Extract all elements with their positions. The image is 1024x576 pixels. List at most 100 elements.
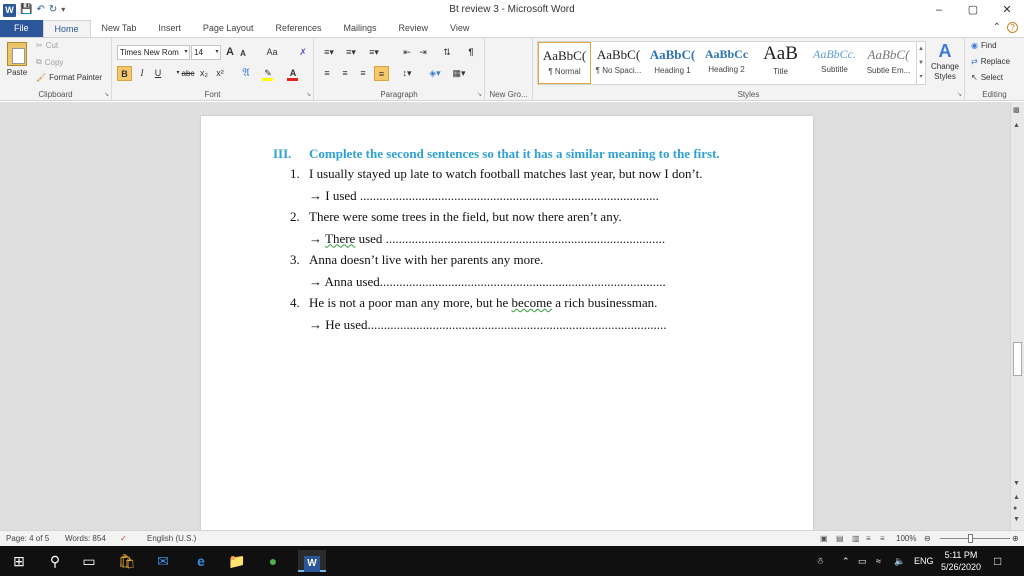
scroll-up-icon[interactable]: ▲	[1013, 122, 1020, 129]
app-icon[interactable]: ●	[262, 550, 284, 572]
style-heading-1[interactable]: AaBbC( Heading 1	[646, 42, 699, 84]
battery-icon[interactable]: ▭	[858, 546, 867, 576]
wifi-icon[interactable]: ≈	[876, 546, 881, 576]
word-taskbar-icon[interactable]: W	[298, 550, 326, 572]
zoom-slider-knob[interactable]	[968, 534, 973, 543]
select-button[interactable]: ↖ Select	[971, 73, 1003, 82]
tab-file[interactable]: File	[0, 20, 43, 37]
web-layout-icon[interactable]: ▥	[852, 534, 860, 543]
draft-icon[interactable]: ≡	[880, 534, 885, 543]
cut-button[interactable]: ✂ Cut	[36, 41, 58, 50]
clock[interactable]: 5:11 PM 5/26/2020	[940, 549, 982, 576]
document-body[interactable]: III. Complete the second sentences so tha…	[273, 145, 741, 335]
search-icon[interactable]: ⚲	[44, 550, 66, 572]
tab-references[interactable]: References	[264, 20, 332, 37]
minimize-button[interactable]: –	[922, 0, 956, 20]
font-family-dropdown-icon[interactable]: ▾	[182, 45, 190, 60]
font-color-button[interactable]: A	[286, 66, 300, 81]
paragraph-launcher-icon[interactable]: ↘	[477, 91, 482, 98]
show-formatting-button[interactable]: ¶	[464, 45, 478, 60]
notifications-icon[interactable]: □	[994, 546, 1001, 576]
clipboard-launcher-icon[interactable]: ↘	[104, 91, 109, 98]
tab-mailings[interactable]: Mailings	[332, 20, 387, 37]
text-effects-icon[interactable]: 𝔄	[238, 66, 254, 81]
input-language[interactable]: ENG	[914, 546, 934, 576]
grammar-squiggle[interactable]: become	[512, 295, 552, 310]
people-icon[interactable]: ☃	[816, 546, 824, 576]
style-subtle-emphasis[interactable]: AaBbC( Subtle Em...	[862, 42, 915, 84]
zoom-slider[interactable]	[940, 538, 1010, 539]
print-layout-icon[interactable]: ▣	[820, 534, 828, 543]
next-page-icon[interactable]: ▼	[1013, 516, 1020, 523]
find-button[interactable]: ◉ Find	[971, 41, 997, 50]
justify-icon[interactable]: ≡	[374, 66, 389, 81]
shrink-font-button[interactable]: A	[238, 46, 248, 61]
subscript-button[interactable]: x₂	[198, 66, 210, 81]
change-case-button[interactable]: Aa	[264, 45, 280, 60]
replace-button[interactable]: ⇄ Replace	[971, 57, 1010, 66]
align-right-icon[interactable]: ≡	[356, 66, 370, 81]
font-size-dropdown-icon[interactable]: ▾	[213, 45, 221, 60]
numbering-icon[interactable]: ≡▾	[342, 45, 360, 60]
style-title[interactable]: AaB Title	[754, 42, 807, 84]
tab-insert[interactable]: Insert	[147, 20, 192, 37]
font-family-select[interactable]: Times New Rom	[117, 45, 190, 60]
task-view-icon[interactable]: ▭	[78, 550, 100, 572]
sort-icon[interactable]: ⇅	[440, 45, 454, 60]
close-button[interactable]: ✕	[990, 0, 1024, 20]
shading-icon[interactable]: ◈▾	[426, 66, 444, 81]
previous-page-icon[interactable]: ▲	[1013, 494, 1020, 501]
align-left-icon[interactable]: ≡	[320, 66, 334, 81]
line-spacing-icon[interactable]: ↕▾	[398, 66, 416, 81]
change-styles-button[interactable]: A Change Styles	[928, 40, 962, 84]
zoom-out-icon[interactable]: ⊖	[924, 534, 931, 543]
decrease-indent-icon[interactable]: ⇤	[400, 45, 414, 60]
tab-new-tab[interactable]: New Tab	[91, 20, 148, 37]
grammar-squiggle[interactable]: There	[325, 231, 355, 246]
tab-page-layout[interactable]: Page Layout	[192, 20, 265, 37]
styles-scroll[interactable]: ▲ ▼ ▾	[917, 41, 926, 85]
full-screen-reading-icon[interactable]: ▤	[836, 534, 844, 543]
word-count[interactable]: Words: 854	[65, 534, 106, 543]
style-subtitle[interactable]: AaBbCc. Subtitle	[808, 42, 861, 84]
restore-button[interactable]: ▢	[956, 0, 990, 20]
scroll-down-icon[interactable]: ▼	[1013, 480, 1020, 487]
language-indicator[interactable]: English (U.S.)	[147, 534, 196, 543]
bullets-icon[interactable]: ≡▾	[320, 45, 338, 60]
mail-icon[interactable]: ✉	[152, 550, 174, 572]
volume-icon[interactable]: 🔈	[894, 546, 905, 576]
multilevel-list-icon[interactable]: ≡▾	[364, 45, 384, 60]
zoom-in-icon[interactable]: ⊕	[1012, 534, 1019, 543]
underline-button[interactable]: U	[152, 66, 164, 81]
grow-font-button[interactable]: A	[224, 45, 236, 60]
help-icon[interactable]: ?	[1007, 22, 1018, 33]
start-icon[interactable]: ⊞	[8, 550, 30, 572]
style-no-spacing[interactable]: AaBbC( ¶ No Spaci...	[592, 42, 645, 84]
font-launcher-icon[interactable]: ↘	[306, 91, 311, 98]
page-indicator[interactable]: Page: 4 of 5	[6, 534, 49, 543]
superscript-button[interactable]: x²	[214, 66, 226, 81]
highlight-color-button[interactable]: ✎	[260, 66, 276, 81]
align-center-icon[interactable]: ≡	[338, 66, 352, 81]
tab-home[interactable]: Home	[42, 20, 91, 37]
file-explorer-icon[interactable]: 📁	[226, 550, 248, 572]
outline-icon[interactable]: ≡	[866, 534, 871, 543]
tray-chevron-icon[interactable]: ⌃	[842, 546, 850, 576]
italic-button[interactable]: I	[136, 66, 148, 81]
proofing-icon[interactable]: ✓	[120, 534, 127, 543]
style-normal[interactable]: AaBbC( ¶ Normal	[538, 42, 591, 84]
zoom-level[interactable]: 100%	[896, 534, 916, 543]
ruler-toggle-icon[interactable]: ▩	[1013, 106, 1020, 114]
vertical-scrollbar[interactable]: ▩ ▲ ▼ ▲ ● ▼	[1010, 102, 1024, 530]
strikethrough-button[interactable]: abc	[180, 66, 196, 81]
tab-review[interactable]: Review	[388, 20, 440, 37]
ribbon-minimize-icon[interactable]: ⌃	[993, 22, 1001, 33]
borders-icon[interactable]: ▦▾	[450, 66, 468, 81]
bold-button[interactable]: B	[117, 66, 132, 81]
store-icon[interactable]: 🛍	[116, 550, 138, 572]
paste-button[interactable]: Paste	[5, 42, 29, 77]
tab-view[interactable]: View	[439, 20, 480, 37]
edge-icon[interactable]: e	[190, 550, 212, 572]
document-page[interactable]: III. Complete the second sentences so tha…	[201, 116, 813, 530]
increase-indent-icon[interactable]: ⇥	[416, 45, 430, 60]
